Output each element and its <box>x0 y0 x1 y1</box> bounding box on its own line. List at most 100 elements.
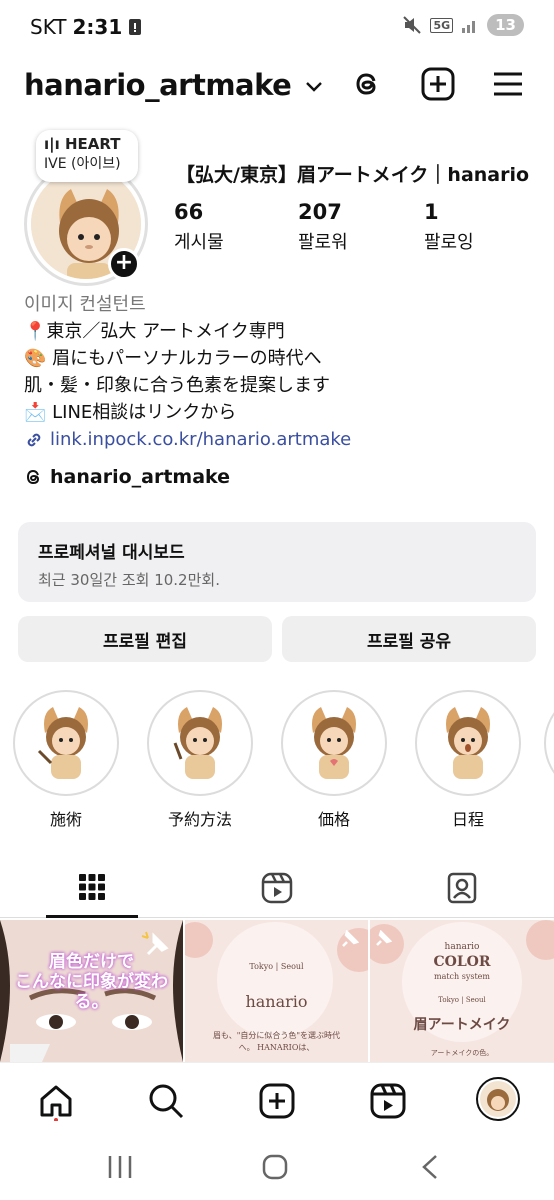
post-body: 眉も、"自分に似合う色"を選ぶ時代へ。 HANARIOは、 <box>212 1031 341 1052</box>
threads-icon <box>26 469 40 485</box>
clock: 2:31 <box>72 15 123 39</box>
recent-apps-icon[interactable] <box>106 1154 134 1180</box>
username: hanario_artmake <box>24 68 292 102</box>
mute-icon <box>403 16 422 34</box>
highlight-item-partial[interactable] <box>544 690 554 796</box>
network-icon: 5G <box>430 17 454 33</box>
tagged-icon <box>447 872 477 904</box>
highlight-label: 施術 <box>49 810 82 829</box>
carrier: SKT <box>30 15 67 39</box>
post-foot: アートメイクの色。 <box>430 1049 494 1057</box>
username-switcher[interactable]: hanario_artmake <box>24 68 323 102</box>
highlight-item[interactable]: 予約方法 <box>146 690 254 830</box>
bio-line: 📩 LINE相談はリンクから <box>24 402 237 423</box>
post-main: 眉アートメイク <box>413 1017 511 1033</box>
highlight-item[interactable]: 日程 <box>414 690 522 830</box>
bio-line: 🎨 眉にもパーソナルカラーの時代へ <box>24 348 322 369</box>
dashboard-subtitle: 최근 30일간 조회 10.2만회. <box>38 571 220 589</box>
fox-character-illustration <box>312 707 356 779</box>
menu-icon[interactable] <box>490 66 526 102</box>
highlight-cover <box>288 697 380 789</box>
note-bubble[interactable]: ı|ı HEART IVE (아이브) <box>36 130 138 182</box>
display-name: 【弘大/東京】眉アートメイク｜hanario <box>176 164 530 186</box>
create-icon[interactable] <box>420 66 456 102</box>
add-story-button[interactable]: + <box>108 248 140 280</box>
fox-character-illustration <box>173 707 222 779</box>
highlight-cover <box>20 697 112 789</box>
reels-icon[interactable] <box>368 1081 408 1121</box>
tab-tagged[interactable] <box>416 858 508 918</box>
notification-icon <box>129 19 142 35</box>
highlight-ring <box>281 690 387 796</box>
status-icons: 5G 13 <box>402 14 524 36</box>
following-label: 팔로잉 <box>424 232 474 253</box>
highlight-item[interactable]: 価格 <box>280 690 388 830</box>
highlight-label: 日程 <box>451 810 484 829</box>
bio-link-text: link.inpock.co.kr/hanario.artmake <box>50 429 352 450</box>
bottom-navigation <box>0 1062 554 1132</box>
pin-icon <box>342 930 359 947</box>
edit-profile-button[interactable]: 프로필 편집 <box>18 616 272 662</box>
posts-stat[interactable]: 66 게시물 <box>174 200 224 254</box>
status-left: SKT 2:31 <box>30 15 142 39</box>
bio-line: 肌・髪・印象に合う色素を提案します <box>24 375 330 396</box>
tab-reels[interactable] <box>231 858 323 918</box>
avatar-image <box>480 1081 516 1117</box>
followers-count: 207 <box>298 200 342 224</box>
home-icon[interactable] <box>36 1081 76 1121</box>
post-thumbnail[interactable]: hanario COLOR match system Tokyo | Seoul… <box>370 920 554 1062</box>
notification-count: 13 <box>495 16 516 34</box>
professional-dashboard[interactable]: 프로페셔널 대시보드 최근 30일간 조회 10.2만회. <box>18 522 536 602</box>
system-navigation <box>0 1132 554 1200</box>
fox-character-illustration <box>37 707 88 779</box>
highlight-label: 価格 <box>317 810 350 829</box>
profile-header: hanario_artmake <box>0 62 554 108</box>
highlight-ring <box>13 690 119 796</box>
bio: 📍東京／弘大 アートメイク専門 🎨 眉にもパーソナルカラーの時代へ 肌・髪・印象… <box>24 318 351 453</box>
notification-count-badge: 13 <box>487 14 524 36</box>
post-subtitle: match system <box>433 972 490 981</box>
post-title: COLOR <box>433 954 491 970</box>
chevron-down-icon <box>306 82 322 92</box>
followers-label: 팔로워 <box>298 232 348 253</box>
highlight-label: 予約方法 <box>167 810 232 829</box>
highlight-ring <box>544 690 554 796</box>
create-post-icon[interactable] <box>257 1081 297 1121</box>
grid-icon <box>79 873 105 900</box>
profile-category: 이미지 컨설턴트 <box>24 294 146 315</box>
reels-icon <box>261 872 293 904</box>
search-icon[interactable] <box>146 1081 186 1121</box>
posts-grid: 眉色だけで こんなに印象が変わる。 Tokyo | Seoul hanario … <box>0 920 554 1062</box>
highlight-item[interactable]: 施術 <box>12 690 120 830</box>
highlight-cover <box>422 697 514 789</box>
fox-character-illustration <box>446 707 490 779</box>
post-header: Tokyo | Seoul <box>438 996 486 1004</box>
share-profile-button[interactable]: 프로필 공유 <box>282 616 536 662</box>
signal-icon <box>462 21 476 33</box>
note-line1: HEART <box>64 135 121 153</box>
post-thumbnail[interactable]: 眉色だけで こんなに印象が変わる。 <box>0 920 183 1062</box>
posts-count: 66 <box>174 200 204 224</box>
threads-icon[interactable] <box>350 66 386 102</box>
bio-link[interactable]: link.inpock.co.kr/hanario.artmake <box>24 426 351 453</box>
tab-posts[interactable] <box>46 858 138 918</box>
profile-tab-avatar[interactable] <box>476 1077 520 1121</box>
post-thumbnail[interactable]: Tokyo | Seoul hanario 眉も、"自分に似合う色"を選ぶ時代へ… <box>185 920 368 1062</box>
bio-line: 📍東京／弘大 アートメイク専門 <box>24 321 285 342</box>
home-button-icon[interactable] <box>262 1154 288 1180</box>
threads-profile-link[interactable]: hanario_artmake <box>24 466 230 488</box>
highlight-cover <box>154 697 246 789</box>
highlight-ring <box>415 690 521 796</box>
status-bar: SKT 2:31 5G 13 <box>0 0 554 56</box>
music-bars-icon: ı|ı <box>44 135 65 153</box>
following-stat[interactable]: 1 팔로잉 <box>424 200 474 254</box>
post-brand: hanario <box>444 942 480 952</box>
content-tabs <box>0 858 554 918</box>
back-icon[interactable] <box>420 1154 440 1180</box>
post-title: hanario <box>245 992 308 1011</box>
pin-icon <box>141 931 169 956</box>
followers-stat[interactable]: 207 팔로워 <box>298 200 348 254</box>
link-icon <box>27 433 41 446</box>
note-line2: IVE (아이브) <box>44 156 121 172</box>
post-header: Tokyo | Seoul <box>249 962 304 971</box>
